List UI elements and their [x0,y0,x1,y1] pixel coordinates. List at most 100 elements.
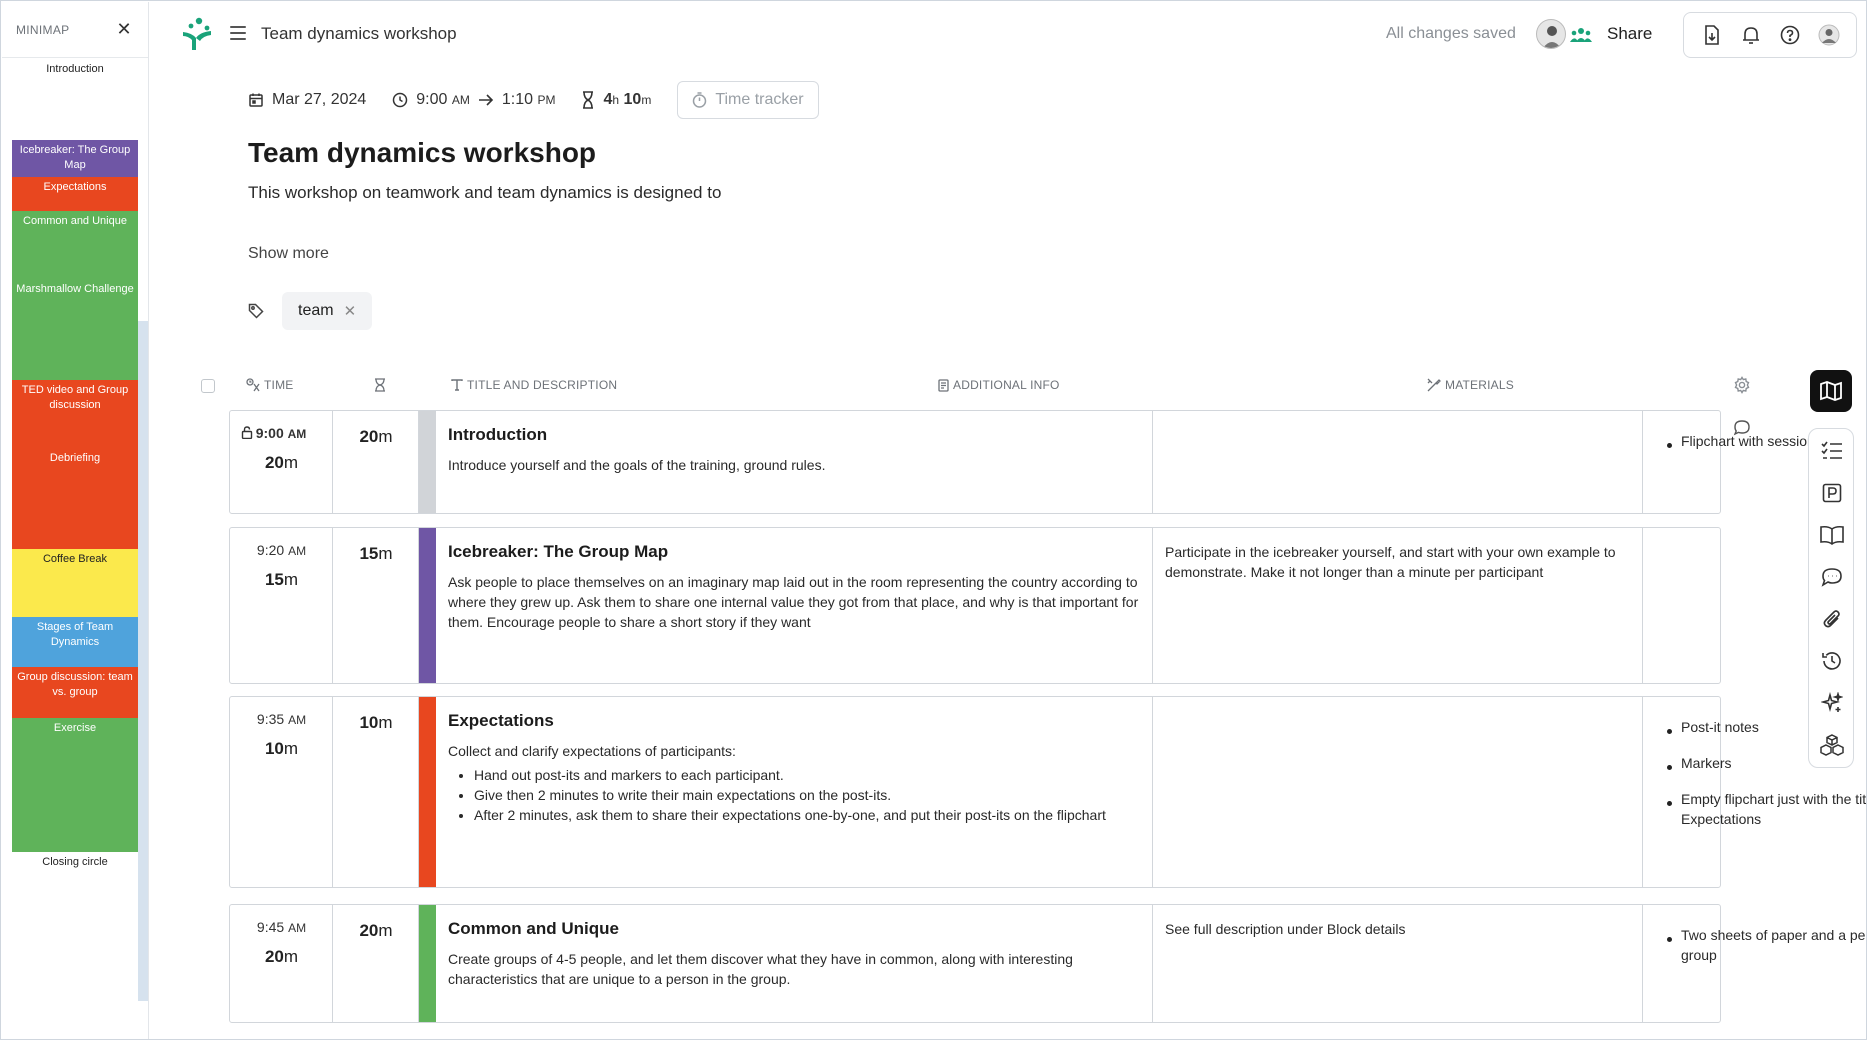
minimap-block[interactable]: Stages of Team Dynamics [12,617,138,667]
date-picker[interactable]: Mar 27, 2024 [248,91,366,109]
row-title-cell[interactable]: Introduction Introduce yourself and the g… [436,411,1153,513]
book-icon[interactable] [1820,523,1844,547]
right-sidebar [1808,428,1854,768]
row-duration: 15 [359,544,379,563]
column-time[interactable]: TIME [246,378,293,392]
row-duration-cell[interactable]: 20m [333,905,419,1022]
time-tracker-button[interactable]: Time tracker [677,81,819,119]
row-description: Ask people to place themselves on an ima… [448,574,1139,630]
row-title-cell[interactable]: Icebreaker: The Group Map Ask people to p… [436,528,1153,683]
row-title-cell[interactable]: Expectations Collect and clarify expectat… [436,697,1153,887]
remove-tag-icon[interactable]: ✕ [344,302,357,320]
row-start-time: 9:00 [255,425,284,441]
row-duration-cell[interactable]: 15m [333,528,419,683]
row-start-time: 9:20 [256,542,285,558]
materials-list: Two sheets of paper and a pen for each g… [1643,905,1866,981]
collaborators[interactable] [1536,19,1594,51]
checklist-icon[interactable] [1820,439,1844,463]
close-icon[interactable]: ✕ [114,19,134,40]
row-duration-unit: m [378,544,393,563]
minimap-block[interactable]: Debriefing [12,448,138,549]
history-icon[interactable] [1820,649,1844,673]
minimap-block[interactable]: Common and Unique [12,211,138,279]
column-title-label: TITLE AND DESCRIPTION [467,378,618,392]
minimap-block[interactable]: TED video and Group discussion [12,380,138,448]
row-duration: 20 [359,921,379,940]
row-color-bar[interactable] [419,528,436,683]
minimap-block[interactable]: Group discussion: team vs. group [12,667,138,718]
table-row[interactable]: 9:45 AM 20m 20m Common and Unique Create gro… [229,904,1866,1023]
show-more-link[interactable]: Show more [248,245,329,263]
app-window: MINIMAP ✕ Introduction Icebreaker: The Gr… [0,0,1867,1040]
column-info-label: ADDITIONAL INFO [953,378,1060,392]
paperclip-icon[interactable] [1820,607,1844,631]
column-materials-label: MATERIALS [1445,378,1514,392]
share-button[interactable]: Share [1607,24,1652,44]
column-duration[interactable] [374,378,390,392]
table-row[interactable]: 9:35 AM 10m 10m Expectations Collect and cla… [229,696,1866,888]
row-time-cell[interactable]: 9:45 AM 20m [230,905,333,1022]
row-time-cell[interactable]: 9:20 AM 15m [230,528,333,683]
row-duration-cell[interactable]: 10m [333,697,419,887]
hourglass-icon [375,378,385,392]
materials-icon [1427,378,1441,392]
row-info-cell[interactable]: Participate in the icebreaker yourself, … [1153,528,1643,683]
lock-icon[interactable] [241,426,253,440]
blocks-icon[interactable] [1820,733,1844,757]
minimap-scrollbar[interactable] [138,321,148,1001]
column-materials[interactable]: MATERIALS [1427,378,1514,392]
parking-icon[interactable] [1820,481,1844,505]
tag-icon [248,303,264,319]
row-info-cell[interactable]: See full description under Block details [1153,905,1643,1022]
row-color-bar[interactable] [419,905,436,1022]
row-duration-cell[interactable]: 20m [333,411,419,513]
sparkles-icon[interactable] [1820,691,1844,715]
row-color-bar[interactable] [419,697,436,887]
time-range[interactable]: 9:00 AM 1:10 PM [392,91,555,109]
row-info-cell[interactable] [1153,411,1643,513]
time-tracker-label: Time tracker [715,91,804,108]
total-duration: 4h 10 m [581,91,651,109]
column-info[interactable]: ADDITIONAL INFO [938,378,1060,392]
bell-icon[interactable] [1739,23,1763,47]
chat-icon[interactable] [1820,565,1844,589]
tag-chip[interactable]: team ✕ [282,292,373,330]
minimap-block[interactable]: Expectations [12,177,138,211]
row-time-cell[interactable]: 9:35 AM 10m [230,697,333,887]
row-time-cell[interactable]: 9:00 AM 20m [230,411,333,513]
page-title[interactable]: Team dynamics workshop [248,137,596,169]
session-description[interactable]: This workshop on teamwork and team dynam… [248,183,721,203]
download-icon[interactable] [1700,23,1724,47]
material-item[interactable]: Empty flipchart just with the title: Exp… [1667,789,1866,829]
end-time: 1:10 [501,91,534,108]
hamburger-menu-icon[interactable] [230,26,246,40]
material-item[interactable]: Two sheets of paper and a pen for each g… [1667,925,1866,965]
select-all-checkbox[interactable] [201,379,215,393]
row-info-cell[interactable] [1153,697,1643,887]
minimap-block[interactable]: Coffee Break [12,549,138,617]
minimap-toggle-button[interactable] [1810,370,1852,412]
user-avatar-icon[interactable] [1817,23,1841,47]
stopwatch-icon [693,92,707,108]
row-color-bar[interactable] [419,411,436,513]
table-row[interactable]: 9:20 AM 15m 15m Icebreaker: The Group Map As… [229,527,1721,684]
row-description: Introduce yourself and the goals of the … [448,457,826,473]
hourglass-icon [583,91,594,109]
minimap-block[interactable]: Marshmallow Challenge [12,279,138,380]
minimap-block[interactable]: Exercise [12,718,138,852]
time-column-icon [246,378,260,392]
app-logo-icon[interactable] [178,16,214,52]
row-start-ampm: AM [288,544,307,558]
row-start-ampm: AM [288,713,307,727]
minimap-block[interactable]: Introduction [12,59,138,127]
table-row[interactable]: 9:00 AM 20m 20m Introduction Introduce yours… [229,410,1852,514]
row-title-cell[interactable]: Common and Unique Create groups of 4-5 pe… [436,905,1153,1022]
avatar[interactable] [1536,19,1566,49]
gear-icon[interactable] [1733,376,1751,394]
duration-minutes-unit: m [641,93,652,107]
help-icon[interactable] [1778,23,1802,47]
minimap-block[interactable]: Closing circle [12,852,138,893]
team-icon[interactable] [1570,27,1592,43]
document-title[interactable]: Team dynamics workshop [261,24,457,44]
column-title[interactable]: TITLE AND DESCRIPTION [451,378,617,392]
